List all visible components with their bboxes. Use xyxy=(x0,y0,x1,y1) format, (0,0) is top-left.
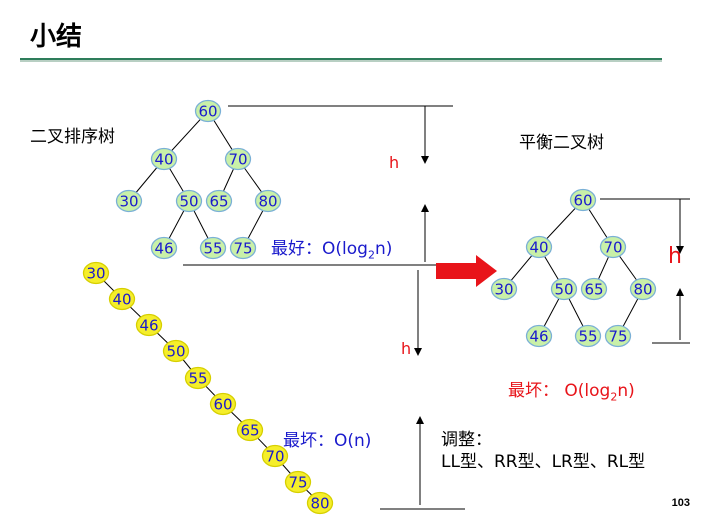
avl-nodes: 60 40 70 30 50 65 80 46 55 75 xyxy=(490,188,657,348)
height-label-top: h xyxy=(389,153,400,172)
svg-text:50: 50 xyxy=(179,193,198,211)
avl-node-70: 70 xyxy=(599,235,627,259)
svg-text:70: 70 xyxy=(603,239,622,257)
svg-text:65: 65 xyxy=(240,422,259,440)
adjust-types: LL型、RR型、LR型、RL型 xyxy=(441,452,646,472)
height-guides-right xyxy=(600,198,690,344)
avl-node-46: 46 xyxy=(525,324,553,348)
svg-text:60: 60 xyxy=(573,192,592,210)
svg-text:50: 50 xyxy=(166,343,185,361)
page-number: 103 xyxy=(671,497,690,509)
chain-node-65: 65 xyxy=(236,418,264,442)
bst-node-30: 30 xyxy=(115,189,143,213)
bst-node-55: 55 xyxy=(199,236,227,260)
svg-text:40: 40 xyxy=(154,151,173,169)
svg-text:55: 55 xyxy=(578,328,597,346)
svg-text:70: 70 xyxy=(228,151,247,169)
avl-node-55: 55 xyxy=(574,324,602,348)
chain-node-40: 40 xyxy=(108,287,136,311)
avl-node-30: 30 xyxy=(490,277,518,301)
bst-node-40: 40 xyxy=(150,147,178,171)
bst-node-70: 70 xyxy=(224,147,252,171)
svg-text:46: 46 xyxy=(154,240,173,258)
height-label-right: h xyxy=(668,244,682,269)
height-label-bottom: h xyxy=(401,339,412,358)
bst-node-75: 75 xyxy=(229,236,257,260)
chain-node-46: 46 xyxy=(135,313,163,337)
bst-node-50: 50 xyxy=(175,189,203,213)
svg-text:65: 65 xyxy=(584,281,603,299)
avl-node-50: 50 xyxy=(550,277,578,301)
avl-edges xyxy=(503,199,644,337)
svg-text:65: 65 xyxy=(209,193,228,211)
svg-text:80: 80 xyxy=(310,495,329,513)
svg-text:40: 40 xyxy=(529,239,548,257)
svg-text:30: 30 xyxy=(86,265,105,283)
worst-linear-label: 最坏：O(n) xyxy=(283,431,372,451)
best-prefix: 最好：O(log xyxy=(271,239,368,259)
chain-node-50: 50 xyxy=(162,339,190,363)
bst-edges xyxy=(128,110,269,249)
transform-arrow-icon xyxy=(436,255,497,287)
chain-node-30: 30 xyxy=(82,261,110,285)
svg-text:55: 55 xyxy=(203,240,222,258)
svg-text:75: 75 xyxy=(608,328,627,346)
bst-nodes: 60 40 70 30 50 65 80 46 55 75 xyxy=(115,99,282,260)
chain-node-75: 75 xyxy=(284,470,312,494)
svg-text:70: 70 xyxy=(265,448,284,466)
chain-node-60: 60 xyxy=(209,392,237,416)
best-sub: 2 xyxy=(367,248,375,262)
chain-node-80: 80 xyxy=(306,491,334,515)
avl-node-75: 75 xyxy=(604,324,632,348)
bst-label: 二叉排序树 xyxy=(30,127,115,147)
svg-text:60: 60 xyxy=(213,396,232,414)
svg-text:30: 30 xyxy=(494,281,513,299)
svg-text:40: 40 xyxy=(112,291,131,309)
bst-node-65: 65 xyxy=(205,189,233,213)
avl-label: 平衡二叉树 xyxy=(519,133,604,153)
svg-text:80: 80 xyxy=(258,193,277,211)
svg-text:80: 80 xyxy=(633,281,652,299)
avl-node-60: 60 xyxy=(569,188,597,212)
bst-node-46: 46 xyxy=(150,236,178,260)
best-suffix: n) xyxy=(374,239,393,259)
bst-node-80: 80 xyxy=(254,189,282,213)
avl-node-80: 80 xyxy=(629,277,657,301)
best-case-label: 最好：O(log2n) xyxy=(271,234,392,261)
worst-avl-prefix: 最坏： O(log xyxy=(508,381,611,401)
bst-node-60: 60 xyxy=(194,99,222,123)
svg-text:60: 60 xyxy=(198,103,217,121)
avl-node-40: 40 xyxy=(525,235,553,259)
svg-text:75: 75 xyxy=(233,240,252,258)
svg-text:55: 55 xyxy=(188,370,207,388)
svg-text:46: 46 xyxy=(529,328,548,346)
worst-avl-label: 最坏： O(log2n) xyxy=(508,376,635,403)
svg-text:50: 50 xyxy=(554,281,573,299)
svg-text:30: 30 xyxy=(119,193,138,211)
svg-text:75: 75 xyxy=(288,474,307,492)
avl-node-65: 65 xyxy=(580,277,608,301)
chain-node-55: 55 xyxy=(184,366,212,390)
worst-avl-suffix: n) xyxy=(617,381,635,401)
svg-text:46: 46 xyxy=(139,317,158,335)
